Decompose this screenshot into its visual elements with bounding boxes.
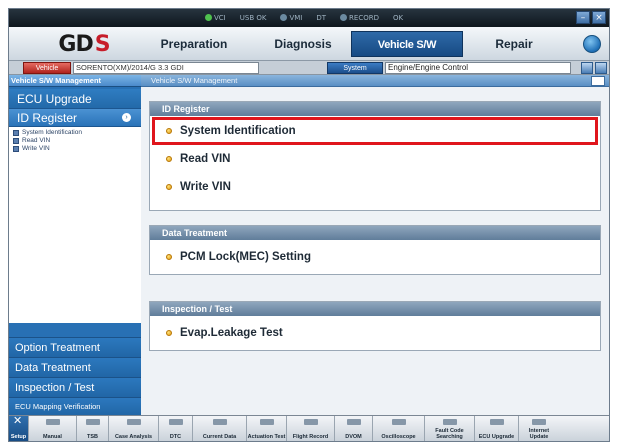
submenu-label: System Identification — [22, 129, 82, 136]
toolbar-ecu-upgrade-button[interactable]: ECU Upgrade — [475, 416, 519, 441]
status-record-label: RECORD — [349, 14, 379, 22]
item-pcm-lock-setting[interactable]: PCM Lock(MEC) Setting — [150, 240, 600, 274]
sidebar-item-ecu-upgrade[interactable]: ECU Upgrade — [9, 89, 141, 109]
submenu-label: Write VIN — [22, 145, 50, 152]
status-dot-icon — [280, 14, 288, 21]
close-button[interactable]: × — [592, 11, 606, 24]
sidebar-submenu: System Identification Read VIN Write VIN — [9, 127, 141, 323]
system-field[interactable]: Engine/Engine Control — [385, 62, 571, 74]
tab-diagnosis[interactable]: Diagnosis — [263, 31, 343, 57]
toolbar-current-data-button[interactable]: Current Data — [193, 416, 247, 441]
home-globe-icon[interactable] — [583, 35, 601, 53]
wrench-icon: ✕ — [13, 414, 23, 427]
toolbar-flight-record-button[interactable]: Flight Record — [287, 416, 335, 441]
panel-title: Data Treatment — [150, 226, 600, 240]
system-button[interactable]: System — [327, 62, 383, 74]
vehicle-button[interactable]: Vehicle — [23, 62, 71, 74]
sidebar: Vehicle S/W Management ECU Upgrade ID Re… — [9, 75, 141, 415]
submenu-item-read-vin[interactable]: Read VIN — [13, 137, 137, 145]
status-vmi: VMI — [280, 12, 302, 24]
item-system-identification[interactable]: System Identification — [152, 117, 598, 145]
status-dt: DT — [316, 14, 327, 22]
sidebar-header: Vehicle S/W Management — [9, 75, 141, 87]
sidebar-item-inspection-test[interactable]: Inspection / Test — [9, 377, 141, 397]
sidebar-item-label: ID Register — [17, 111, 78, 125]
item-evap-leakage-test[interactable]: Evap.Leakage Test — [150, 316, 600, 350]
submenu-label: Read VIN — [22, 137, 51, 144]
help-icon[interactable] — [591, 76, 605, 86]
item-write-vin[interactable]: Write VIN — [150, 173, 600, 201]
bullet-icon — [166, 254, 172, 260]
item-read-vin[interactable]: Read VIN — [150, 145, 600, 173]
panel-inspection-test: Inspection / Test Evap.Leakage Test — [149, 301, 601, 351]
status-dot-icon — [205, 14, 212, 21]
top-nav: GDS Preparation Diagnosis Vehicle S/W Ma… — [9, 27, 609, 77]
window-controls: – × — [576, 11, 606, 24]
toolbar-dtc-button[interactable]: DTC — [159, 416, 193, 441]
bottom-toolbar: ✕ Setup Manual TSB Case Analysis DTC Cur… — [9, 414, 609, 441]
logo-text: GD — [58, 31, 93, 57]
logo-mark: S — [94, 31, 111, 57]
main-header: Vehicle S/W Management — [141, 75, 609, 87]
sidebar-item-id-register[interactable]: ID Register › — [9, 109, 141, 127]
setup-label: Setup — [10, 434, 27, 440]
toolbar-oscilloscope-button[interactable]: Oscilloscope — [373, 416, 425, 441]
status-vci: VCI — [205, 12, 226, 24]
sidebar-item-option-treatment[interactable]: Option Treatment — [9, 337, 141, 357]
status-ok: OK — [392, 14, 404, 22]
status-usb: USB OK — [239, 14, 267, 22]
bullet-icon — [166, 156, 172, 162]
toolbar-dvom-button[interactable]: DVOM — [335, 416, 373, 441]
main-content: Vehicle S/W Management ID Register Syste… — [141, 75, 609, 415]
bullet-icon — [166, 330, 172, 336]
toolbar-tsb-button[interactable]: TSB — [77, 416, 109, 441]
status-dot-icon — [340, 14, 348, 21]
tab-preparation[interactable]: Preparation — [151, 31, 237, 57]
status-record: RECORD — [340, 12, 379, 24]
tab-vehicle-sw-management[interactable]: Vehicle S/W Management — [351, 31, 463, 77]
status-vmi-label: VMI — [289, 14, 303, 22]
list-icon — [13, 130, 19, 136]
print-icon[interactable] — [581, 62, 593, 74]
status-vci-label: VCI — [214, 14, 226, 22]
app-window: VCI USB OK VMI DT RECORD OK – × GD S Prep… — [8, 8, 610, 442]
item-label: Read VIN — [180, 153, 231, 165]
bullet-icon — [166, 184, 172, 190]
list-icon — [13, 138, 19, 144]
title-bar: VCI USB OK VMI DT RECORD OK – × — [9, 9, 609, 27]
vehicle-system-bar: Vehicle SORENTO(XM)/2014/G 3.3 GDI Syste… — [9, 61, 609, 75]
panel-title: Inspection / Test — [150, 302, 600, 316]
bullet-icon — [166, 128, 172, 134]
toolbar-fault-code-searching-button[interactable]: Fault Code Searching — [425, 416, 475, 441]
gds-logo: GD S — [39, 30, 129, 58]
panel-data-treatment: Data Treatment PCM Lock(MEC) Setting — [149, 225, 601, 275]
item-label: Evap.Leakage Test — [180, 327, 283, 339]
toolbar-manual-button[interactable]: Manual — [29, 416, 77, 441]
panel-title: ID Register — [150, 102, 600, 116]
vehicle-field[interactable]: SORENTO(XM)/2014/G 3.3 GDI — [73, 62, 259, 74]
toolbar-case-analysis-button[interactable]: Case Analysis — [109, 416, 159, 441]
toolbar-actuation-test-button[interactable]: Actuation Test — [247, 416, 287, 441]
list-icon — [13, 146, 19, 152]
minimize-button[interactable]: – — [576, 11, 590, 24]
submenu-item-system-identification[interactable]: System Identification — [13, 129, 137, 137]
save-icon[interactable] — [595, 62, 607, 74]
status-strip: VCI USB OK VMI DT RECORD OK — [205, 12, 403, 24]
toolbar-internet-update-button[interactable]: Internet Update — [519, 416, 559, 441]
sidebar-item-data-treatment[interactable]: Data Treatment — [9, 357, 141, 377]
panel-id-register: ID Register System Identification Read V… — [149, 101, 601, 211]
chevron-right-icon: › — [122, 113, 131, 122]
item-label: System Identification — [180, 125, 296, 137]
sidebar-item-ecu-mapping-verification[interactable]: ECU Mapping Verification — [9, 397, 141, 415]
item-label: Write VIN — [180, 181, 231, 193]
submenu-item-write-vin[interactable]: Write VIN — [13, 145, 137, 153]
setup-button[interactable]: ✕ Setup — [9, 414, 29, 441]
item-label: PCM Lock(MEC) Setting — [180, 251, 311, 263]
tab-repair[interactable]: Repair — [479, 31, 549, 57]
